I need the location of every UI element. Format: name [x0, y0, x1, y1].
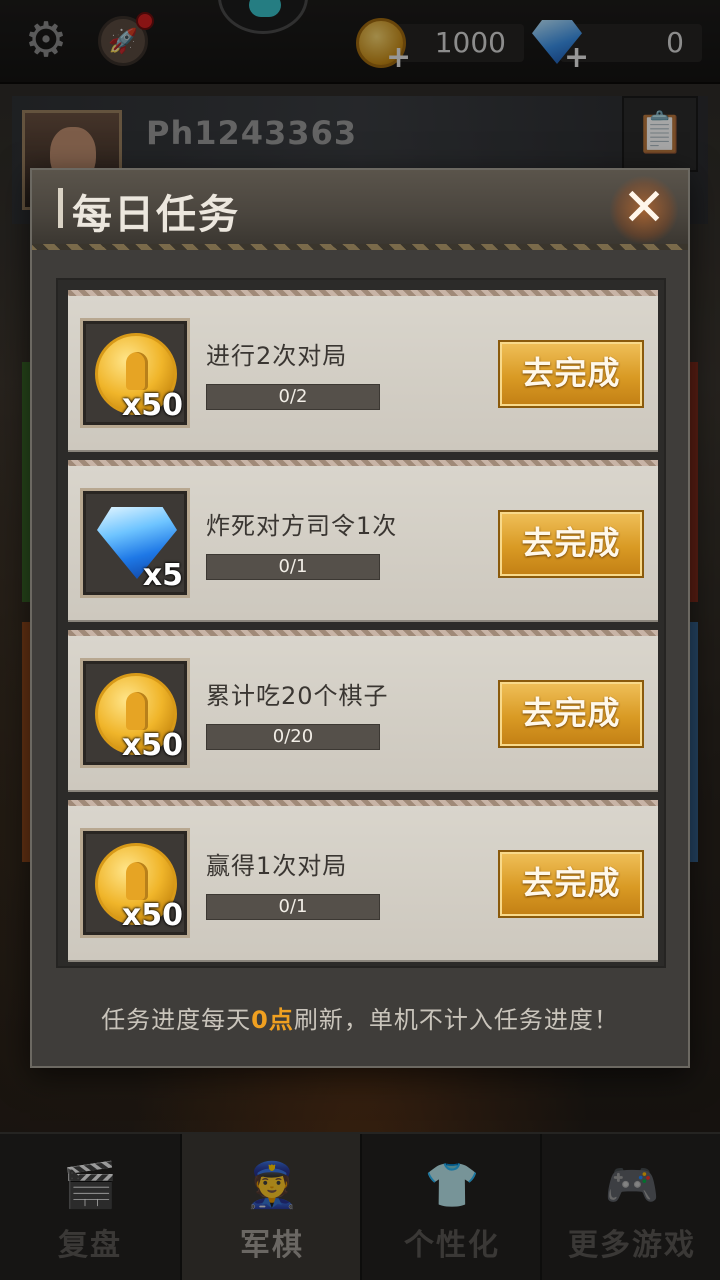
dialog-header: 每日任务 ✕: [32, 170, 688, 250]
task-list[interactable]: x50 进行2次对局 0/2 去完成 x5 炸死对方司令1次 0/1 去完成 x…: [56, 278, 666, 968]
task-progress-bar: 0/2: [206, 384, 380, 410]
reward-quantity: x50: [121, 388, 183, 423]
task-item: x5 炸死对方司令1次 0/1 去完成: [68, 460, 658, 620]
daily-tasks-dialog: 每日任务 ✕ x50 进行2次对局 0/2 去完成 x5 炸死对方司令1次 0/…: [30, 168, 690, 1068]
go-complete-button[interactable]: 去完成: [498, 850, 644, 918]
reward-box: x50: [80, 658, 190, 768]
note-highlight: 0点: [251, 1006, 294, 1034]
reward-box: x50: [80, 828, 190, 938]
reward-quantity: x5: [142, 558, 183, 593]
progress-text: 0/20: [272, 726, 314, 747]
dialog-title: 每日任务: [72, 192, 240, 238]
task-item: x50 累计吃20个棋子 0/20 去完成: [68, 630, 658, 790]
task-name: 炸死对方司令1次: [206, 512, 398, 540]
progress-text: 0/1: [278, 896, 308, 917]
go-complete-button[interactable]: 去完成: [498, 680, 644, 748]
task-name: 累计吃20个棋子: [206, 682, 389, 710]
reward-quantity: x50: [121, 898, 183, 933]
note-text: 刷新，单机不计入任务进度！: [293, 1006, 619, 1034]
task-progress-bar: 0/1: [206, 554, 380, 580]
note-text: 任务进度每天: [101, 1006, 252, 1034]
refresh-note: 任务进度每天0点刷新，单机不计入任务进度！: [32, 1000, 688, 1035]
go-complete-button[interactable]: 去完成: [498, 340, 644, 408]
progress-text: 0/2: [278, 386, 308, 407]
close-icon[interactable]: ✕: [610, 176, 678, 244]
task-name: 赢得1次对局: [206, 852, 348, 880]
reward-quantity: x50: [121, 728, 183, 763]
task-item: x50 赢得1次对局 0/1 去完成: [68, 800, 658, 960]
task-item: x50 进行2次对局 0/2 去完成: [68, 290, 658, 450]
task-name: 进行2次对局: [206, 342, 348, 370]
progress-text: 0/1: [278, 556, 308, 577]
go-complete-button[interactable]: 去完成: [498, 510, 644, 578]
reward-box: x50: [80, 318, 190, 428]
task-progress-bar: 0/20: [206, 724, 380, 750]
reward-box: x5: [80, 488, 190, 598]
task-progress-bar: 0/1: [206, 894, 380, 920]
title-accent: [58, 188, 63, 228]
